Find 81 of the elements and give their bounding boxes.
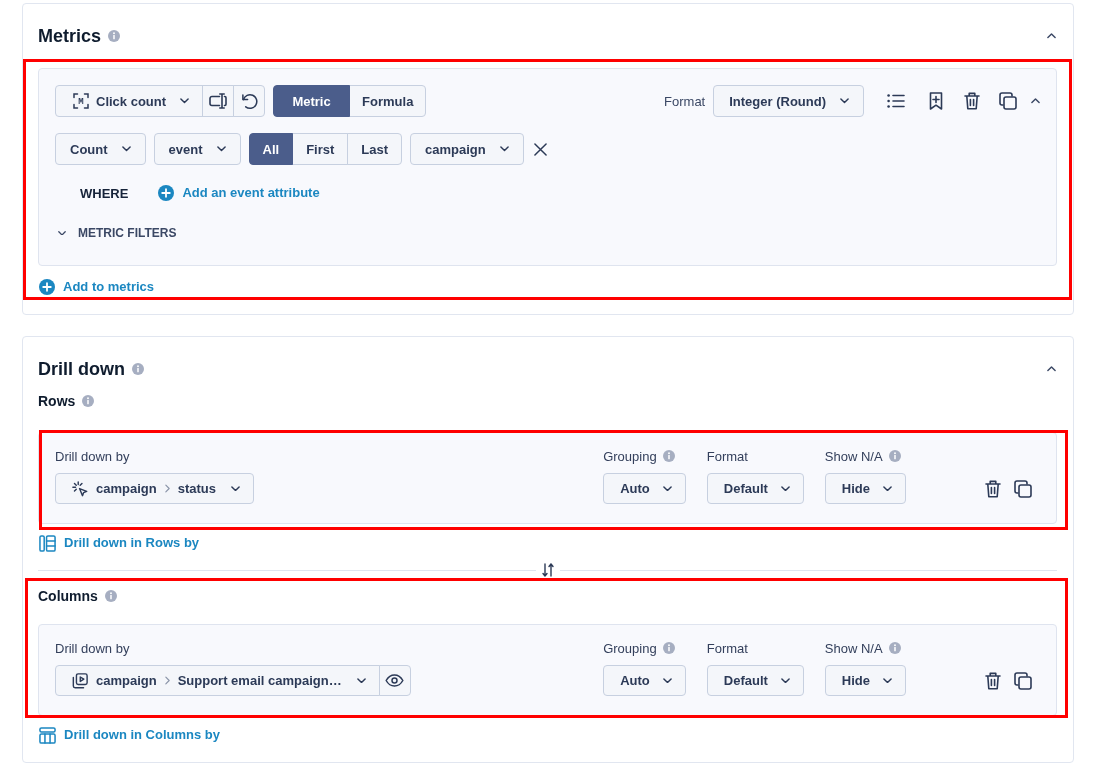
swap-icon[interactable] <box>541 563 554 577</box>
add-drill-down-link[interactable]: Drill down in Rows by <box>39 534 200 552</box>
play-stack-icon <box>72 672 88 689</box>
info-icon <box>104 590 117 602</box>
chevron-up-icon[interactable] <box>1047 366 1056 372</box>
copy-icon[interactable] <box>1014 479 1032 498</box>
field-label: Format <box>706 448 748 464</box>
chevron-right-icon <box>164 676 170 685</box>
occurrence-tab[interactable]: First <box>292 133 349 165</box>
field-label: Grouping <box>603 448 657 464</box>
setting-dropdown[interactable]: Default <box>706 665 804 696</box>
field-label: Format <box>706 640 748 656</box>
rename-button[interactable] <box>202 85 235 117</box>
info-icon <box>108 30 121 42</box>
add-attribute-link[interactable]: Add an event attribute <box>158 184 320 202</box>
chevron-down-icon <box>121 146 131 152</box>
occurrence-tab[interactable]: All <box>248 133 294 165</box>
panel-title: Metrics <box>38 25 102 48</box>
table-layout-icon <box>39 726 56 744</box>
panel-title: Drill down <box>38 358 125 381</box>
mode-tab[interactable]: Metric <box>273 85 351 117</box>
chevron-down-icon <box>883 677 892 684</box>
plus-circle-icon <box>39 279 55 295</box>
chevron-down-icon <box>780 677 790 684</box>
rows-layout-icon <box>39 534 56 552</box>
attribute-dropdown[interactable]: campaign <box>410 133 524 165</box>
undo-icon <box>240 92 258 110</box>
where-label: WHERE <box>80 185 129 201</box>
mode-tab[interactable]: Formula <box>349 85 427 117</box>
metric-filters-toggle[interactable]: METRIC FILTERS <box>55 221 177 245</box>
occurrence-tab[interactable]: Last <box>347 133 403 165</box>
trash-icon[interactable] <box>985 479 1001 498</box>
trash-icon[interactable] <box>964 92 980 110</box>
eye-icon <box>385 674 405 687</box>
preview-button[interactable] <box>378 665 411 696</box>
format-label: Format <box>664 93 706 109</box>
field-label: Grouping <box>603 640 657 656</box>
chevron-up-icon[interactable] <box>1047 33 1056 39</box>
info-icon <box>82 395 95 407</box>
chevron-down-icon <box>216 146 226 152</box>
chevron-down-icon <box>499 146 509 152</box>
text-cursor-icon <box>209 93 228 109</box>
trash-icon[interactable] <box>985 671 1001 690</box>
field-label: Show N/A <box>824 640 883 656</box>
section-title: Rows <box>38 393 76 409</box>
copy-icon[interactable] <box>999 92 1017 110</box>
cursor-click-icon <box>72 480 88 497</box>
attribute-path-dropdown[interactable]: campaign status <box>55 473 254 504</box>
undo-button[interactable] <box>233 85 266 117</box>
chevron-down-icon <box>662 485 672 492</box>
setting-dropdown[interactable]: Default <box>706 473 804 504</box>
aggregation-dropdown[interactable]: Count <box>55 133 146 165</box>
field-label: Drill down by <box>55 447 130 465</box>
add-metric-link[interactable]: Add to metrics <box>39 278 154 296</box>
source-dropdown[interactable]: event <box>153 133 241 165</box>
chevron-up-icon[interactable] <box>1031 98 1040 104</box>
chevron-down-icon <box>180 98 190 104</box>
metric-dropdown[interactable]: M Click count <box>55 85 204 117</box>
attribute-path-dropdown[interactable]: campaign Support email campaign… <box>55 665 380 696</box>
copy-icon[interactable] <box>1014 671 1032 690</box>
bookmark-plus-icon[interactable] <box>929 92 943 110</box>
chevron-down-icon <box>780 485 790 492</box>
setting-dropdown[interactable]: Auto <box>603 665 686 696</box>
chevron-down-icon <box>883 485 892 492</box>
format-dropdown[interactable]: Integer (Round) <box>713 85 864 117</box>
chevron-right-icon <box>164 484 170 493</box>
add-drill-down-link[interactable]: Drill down in Columns by <box>39 726 220 744</box>
setting-dropdown[interactable]: Hide <box>824 473 906 504</box>
plus-circle-icon <box>158 185 175 201</box>
chevron-down-icon <box>356 677 366 684</box>
setting-dropdown[interactable]: Hide <box>824 665 906 696</box>
close-icon[interactable] <box>533 142 547 156</box>
field-label: Drill down by <box>55 639 130 657</box>
section-title: Columns <box>38 588 98 604</box>
chevron-down-icon <box>662 677 672 684</box>
info-icon <box>132 363 144 375</box>
setting-dropdown[interactable]: Auto <box>603 473 686 504</box>
chevron-down-icon <box>840 98 849 104</box>
chevron-down-icon <box>231 485 240 492</box>
list-icon[interactable] <box>887 94 905 108</box>
field-label: Show N/A <box>824 448 883 464</box>
